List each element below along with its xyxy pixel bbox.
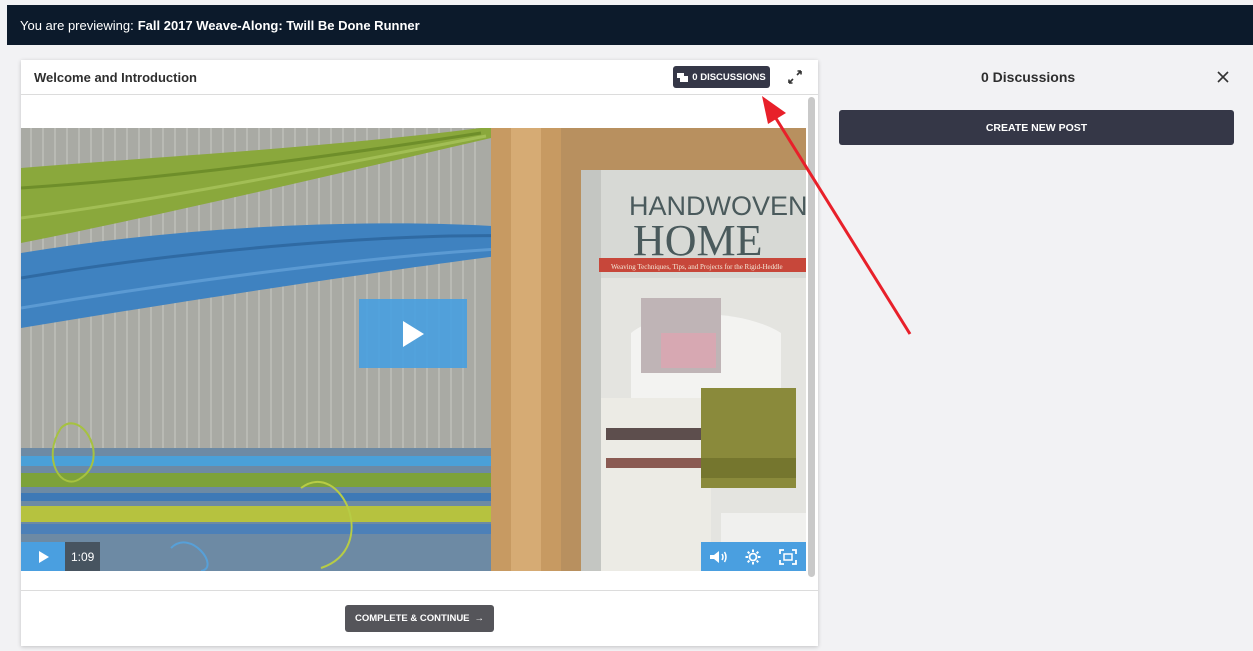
- preview-bar: You are previewing: Fall 2017 Weave-Alon…: [7, 5, 1253, 45]
- play-icon: [403, 320, 424, 347]
- preview-prefix: You are previewing:: [20, 17, 134, 33]
- course-title: Fall 2017 Weave-Along: Twill Be Done Run…: [137, 17, 420, 33]
- lesson-panel: Welcome and Introduction 0 DISCUSSIONS H…: [21, 60, 818, 646]
- complete-continue-button[interactable]: COMPLETE & CONTINUE →: [345, 605, 494, 632]
- book-subtitle: Weaving Techniques, Tips, and Projects f…: [611, 263, 783, 271]
- content-scrollbar[interactable]: [808, 97, 815, 577]
- discussions-button-label: 0 DISCUSSIONS: [692, 71, 766, 83]
- play-icon: [38, 550, 49, 563]
- complete-continue-label: COMPLETE & CONTINUE: [354, 613, 470, 624]
- arrow-right-icon: →: [474, 613, 485, 624]
- play-pause-button[interactable]: [21, 542, 65, 571]
- lesson-header: Welcome and Introduction 0 DISCUSSIONS: [21, 60, 818, 95]
- play-button-large[interactable]: [359, 299, 467, 368]
- discussions-panel-title: 0 Discussions: [981, 69, 1076, 85]
- create-new-post-button[interactable]: CREATE NEW POST: [839, 110, 1234, 145]
- video-controls-right: [701, 542, 806, 571]
- gear-icon: [745, 549, 761, 564]
- lesson-title: Welcome and Introduction: [34, 70, 197, 85]
- fullscreen-icon: [779, 548, 798, 565]
- video-time: 1:09: [65, 542, 101, 571]
- lesson-footer: COMPLETE & CONTINUE →: [21, 590, 818, 646]
- close-icon[interactable]: [1215, 69, 1231, 85]
- video-player[interactable]: HANDWOVEN HOME Weaving Techniques, Tips,…: [21, 128, 806, 571]
- book-title-line2: HOME: [633, 216, 763, 265]
- volume-icon: [709, 550, 727, 563]
- discussions-button[interactable]: 0 DISCUSSIONS: [673, 66, 770, 88]
- volume-button[interactable]: [709, 550, 728, 564]
- settings-button[interactable]: [745, 549, 761, 565]
- fullscreen-button[interactable]: [779, 548, 798, 565]
- expand-icon[interactable]: [786, 68, 804, 86]
- chat-icon: [677, 72, 689, 82]
